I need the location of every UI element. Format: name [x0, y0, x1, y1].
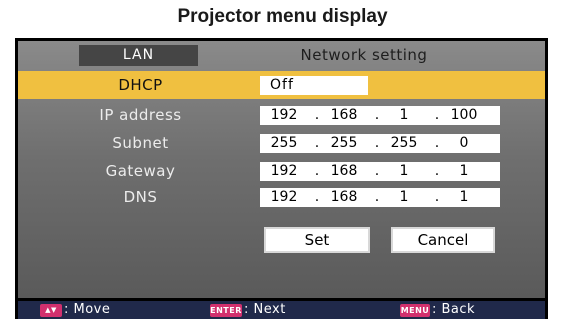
- page-title: Projector menu display: [177, 6, 388, 27]
- octet-separator: .: [434, 189, 440, 205]
- subnet-octet-4[interactable]: 0: [444, 134, 484, 153]
- ip-address-label: IP address: [99, 106, 182, 124]
- octet-separator: .: [314, 163, 320, 179]
- set-button[interactable]: Set: [264, 227, 370, 253]
- dns-field[interactable]: 192 . 168 . 1 . 1: [260, 188, 500, 207]
- octet-separator: .: [314, 189, 320, 205]
- dhcp-value-field[interactable]: Off: [260, 76, 368, 95]
- dns-label: DNS: [123, 188, 158, 206]
- cancel-button[interactable]: Cancel: [391, 227, 495, 253]
- octet-separator: .: [434, 135, 440, 151]
- dhcp-label: DHCP: [118, 76, 163, 94]
- ip-octet-2[interactable]: 168: [324, 106, 364, 125]
- octet-separator: .: [374, 135, 380, 151]
- projector-menu-frame: LAN Network setting DHCP Off IP address …: [15, 38, 548, 319]
- octet-separator: .: [434, 163, 440, 179]
- octet-separator: .: [374, 163, 380, 179]
- back-hint: : Back: [432, 302, 476, 317]
- menu-title: Network setting: [300, 46, 428, 64]
- octet-separator: .: [314, 135, 320, 151]
- gateway-octet-2[interactable]: 168: [324, 162, 364, 181]
- next-hint: : Next: [244, 302, 286, 317]
- gateway-octet-3[interactable]: 1: [384, 162, 424, 181]
- ip-octet-4[interactable]: 100: [444, 106, 484, 125]
- subnet-field[interactable]: 255 . 255 . 255 . 0: [260, 134, 500, 153]
- dhcp-row[interactable]: DHCP Off: [18, 71, 545, 99]
- dns-row[interactable]: DNS 192 . 168 . 1 . 1: [18, 183, 545, 211]
- octet-separator: .: [374, 189, 380, 205]
- ip-octet-1[interactable]: 192: [264, 106, 304, 125]
- dns-octet-2[interactable]: 168: [324, 188, 364, 207]
- subnet-label: Subnet: [112, 134, 169, 152]
- octet-separator: .: [314, 107, 320, 123]
- dns-octet-1[interactable]: 192: [264, 188, 304, 207]
- gateway-label: Gateway: [105, 162, 176, 180]
- octet-separator: .: [434, 107, 440, 123]
- octet-separator: .: [374, 107, 380, 123]
- gateway-octet-1[interactable]: 192: [264, 162, 304, 181]
- dns-octet-3[interactable]: 1: [384, 188, 424, 207]
- subnet-octet-3[interactable]: 255: [384, 134, 424, 153]
- up-down-arrow-icon: ▲▼: [40, 304, 62, 317]
- gateway-row[interactable]: Gateway 192 . 168 . 1 . 1: [18, 157, 545, 185]
- dns-octet-4[interactable]: 1: [444, 188, 484, 207]
- menu-key-icon: MENU: [400, 304, 430, 317]
- gateway-octet-4[interactable]: 1: [444, 162, 484, 181]
- menu-panel: LAN Network setting DHCP Off IP address …: [18, 41, 545, 298]
- subnet-octet-2[interactable]: 255: [324, 134, 364, 153]
- footer-help-bar: ▲▼ : Move ENTER : Next MENU : Back: [18, 301, 545, 319]
- gateway-field[interactable]: 192 . 168 . 1 . 1: [260, 162, 500, 181]
- enter-key-icon: ENTER: [210, 304, 242, 317]
- move-hint: : Move: [64, 302, 111, 317]
- ip-address-row[interactable]: IP address 192 . 168 . 1 . 100: [18, 101, 545, 129]
- subnet-row[interactable]: Subnet 255 . 255 . 255 . 0: [18, 129, 545, 157]
- ip-address-field[interactable]: 192 . 168 . 1 . 100: [260, 106, 500, 125]
- lan-tab[interactable]: LAN: [79, 45, 198, 66]
- ip-octet-3[interactable]: 1: [384, 106, 424, 125]
- subnet-octet-1[interactable]: 255: [264, 134, 304, 153]
